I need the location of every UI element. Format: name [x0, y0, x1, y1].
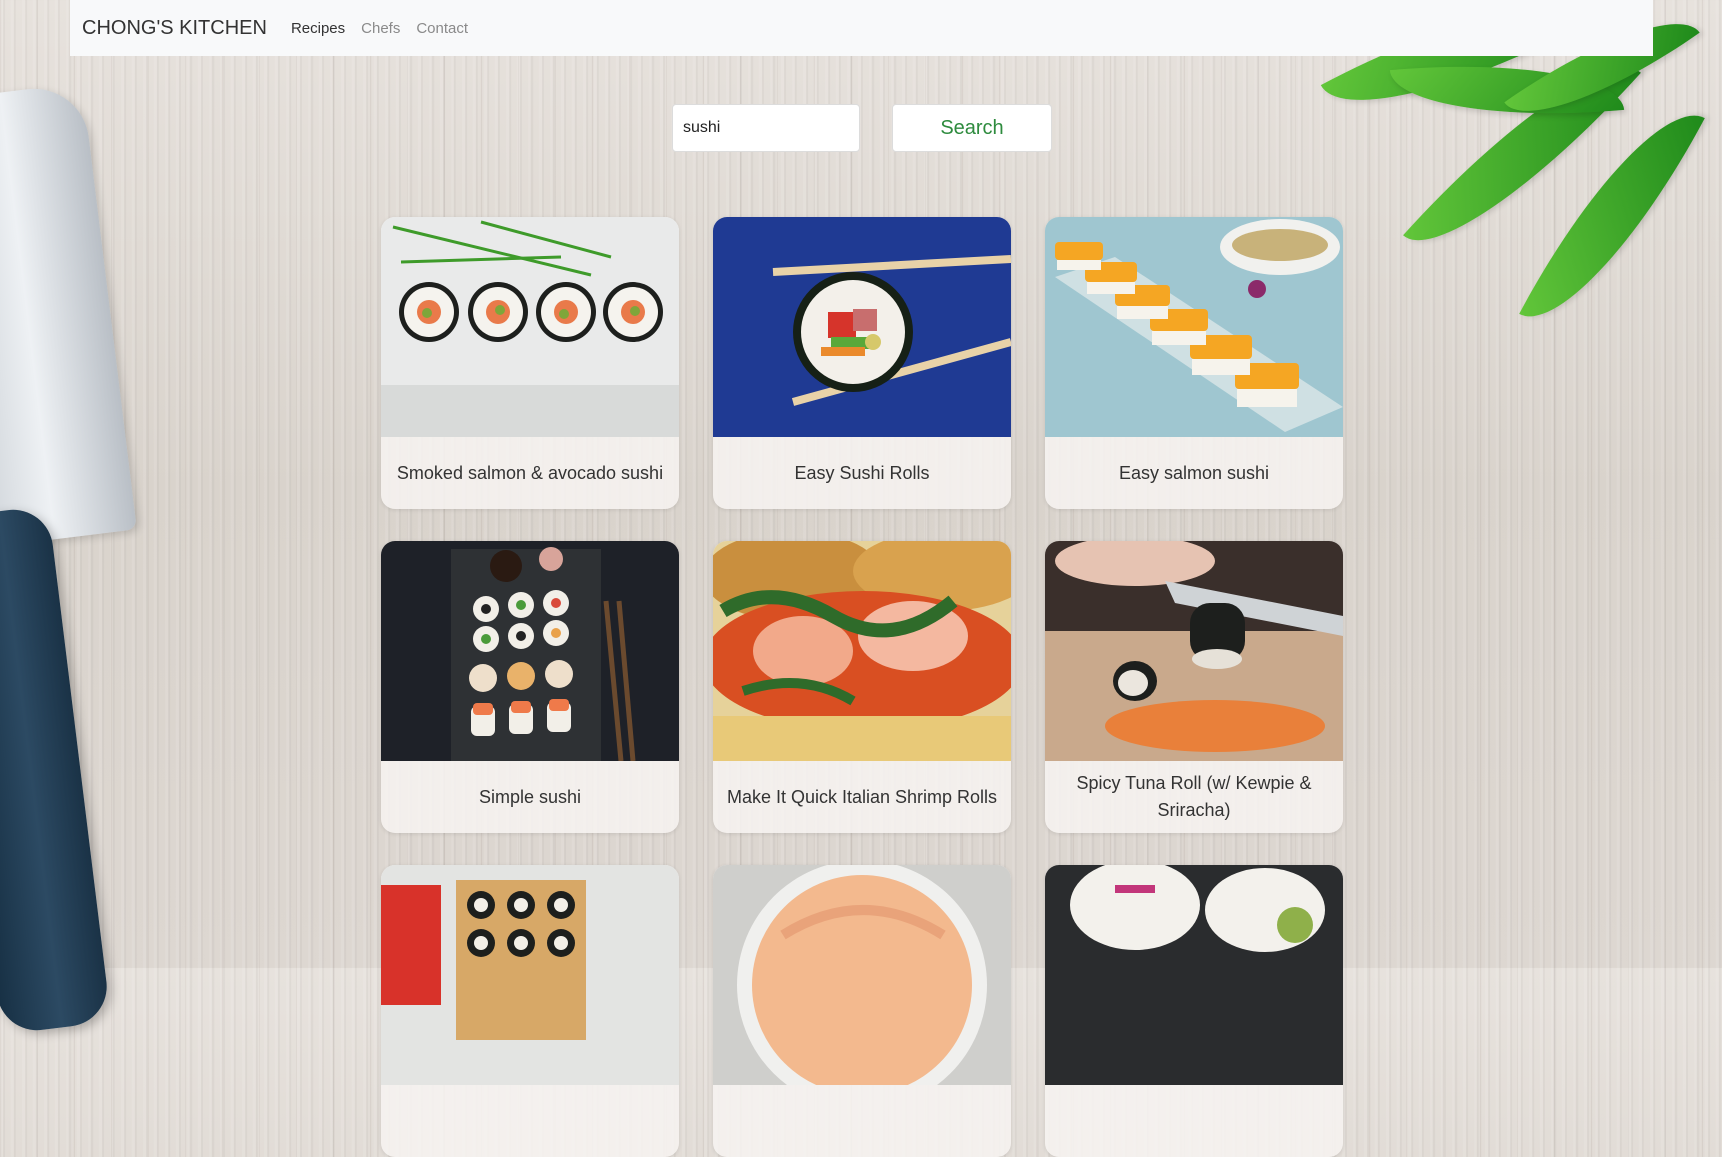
recipe-title[interactable] [1055, 1085, 1333, 1157]
recipe-image [1045, 865, 1343, 1085]
recipe-title[interactable] [723, 1085, 1001, 1157]
recipe-image [381, 865, 679, 1085]
nav-link-contact[interactable]: Contact [416, 20, 468, 37]
recipe-card[interactable] [1045, 865, 1343, 1157]
brand-logo[interactable]: CHONG'S KITCHEN [82, 17, 267, 40]
nav-link-recipes[interactable]: Recipes [291, 20, 345, 37]
recipe-title[interactable]: Spicy Tuna Roll (w/ Kewpie & Sriracha) [1055, 761, 1333, 833]
navbar: CHONG'S KITCHEN Recipes Chefs Contact [70, 0, 1653, 56]
nav-link-chefs[interactable]: Chefs [361, 20, 400, 37]
recipe-title[interactable]: Easy salmon sushi [1055, 437, 1333, 509]
recipe-title[interactable] [391, 1085, 669, 1157]
recipe-title[interactable]: Make It Quick Italian Shrimp Rolls [723, 761, 1001, 833]
recipe-card[interactable]: Easy Sushi Rolls [713, 217, 1011, 509]
recipe-card[interactable] [713, 865, 1011, 1157]
recipe-card[interactable] [381, 865, 679, 1157]
knife-blade-decoration [0, 82, 137, 548]
search-input[interactable] [672, 104, 860, 152]
recipe-card[interactable]: Spicy Tuna Roll (w/ Kewpie & Sriracha) [1045, 541, 1343, 833]
recipe-card[interactable]: Smoked salmon & avocado sushi [381, 217, 679, 509]
recipe-card[interactable]: Easy salmon sushi [1045, 217, 1343, 509]
recipe-card[interactable]: Make It Quick Italian Shrimp Rolls [713, 541, 1011, 833]
recipe-image [713, 865, 1011, 1085]
search-button[interactable]: Search [892, 104, 1052, 152]
recipe-image-simple-sushi [381, 541, 679, 761]
recipe-image-spicy-tuna-roll [1045, 541, 1343, 761]
recipe-title[interactable]: Easy Sushi Rolls [723, 437, 1001, 509]
recipe-title[interactable]: Simple sushi [391, 761, 669, 833]
recipe-title[interactable]: Smoked salmon & avocado sushi [391, 437, 669, 509]
recipe-image-easy-sushi-rolls [713, 217, 1011, 437]
recipe-image-italian-shrimp-rolls [713, 541, 1011, 761]
knife-handle-decoration [0, 505, 112, 1035]
recipe-image-salmon-avocado-sushi [381, 217, 679, 437]
recipe-image-easy-salmon-sushi [1045, 217, 1343, 437]
recipe-card[interactable]: Simple sushi [381, 541, 679, 833]
